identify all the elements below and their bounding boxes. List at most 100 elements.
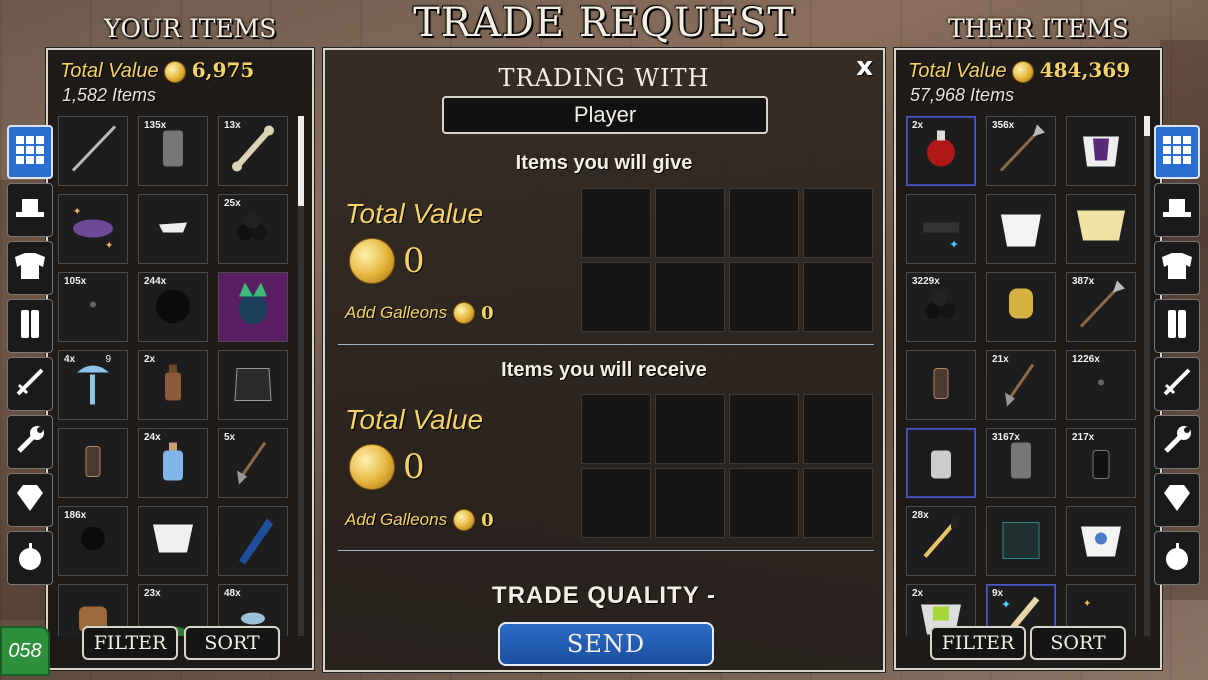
trade-slot[interactable] <box>581 468 651 538</box>
tab-apple[interactable] <box>7 531 53 585</box>
tab-gem[interactable] <box>1154 473 1200 527</box>
sort-button[interactable]: SORT <box>1030 626 1126 660</box>
item-slot[interactable] <box>138 194 208 264</box>
item-slot[interactable] <box>218 272 288 342</box>
white-sash-icon <box>145 511 201 572</box>
item-slot[interactable] <box>986 194 1056 264</box>
tab-wrench[interactable] <box>1154 415 1200 469</box>
item-quantity: 13x <box>224 120 241 131</box>
gem-icon <box>1160 481 1194 520</box>
tab-hat[interactable] <box>7 183 53 237</box>
item-slot[interactable]: 244x <box>138 272 208 342</box>
item-slot[interactable]: 2x <box>138 350 208 420</box>
item-slot[interactable]: ✦ <box>906 194 976 264</box>
item-slot[interactable]: 356x <box>986 116 1056 186</box>
send-button[interactable]: SEND <box>498 622 714 666</box>
tab-pants[interactable] <box>1154 299 1200 353</box>
trade-quality: TRADE QUALITY - <box>492 582 716 609</box>
divider <box>338 344 874 345</box>
tab-grid[interactable] <box>7 125 53 179</box>
give-section-title: Items you will give <box>515 152 693 174</box>
scroll-thumb[interactable] <box>1144 116 1150 136</box>
cannon-sparkle-icon: ✦ <box>913 199 969 260</box>
item-slot[interactable]: 217x <box>1066 428 1136 498</box>
add-galleons-label: Add Galleons <box>345 510 448 529</box>
tab-sword[interactable] <box>7 357 53 411</box>
item-slot[interactable]: 5x <box>218 428 288 498</box>
tab-grid[interactable] <box>1154 125 1200 179</box>
scroll-thumb[interactable] <box>298 116 304 206</box>
filter-button[interactable]: FILTER <box>82 626 178 660</box>
tab-shirt[interactable] <box>1154 241 1200 295</box>
item-slot[interactable]: 105x <box>58 272 128 342</box>
level-badge: 058 <box>0 626 50 676</box>
trade-slot[interactable] <box>655 394 725 464</box>
galleon-coin-icon <box>453 509 476 531</box>
sort-button[interactable]: SORT <box>184 626 280 660</box>
item-slot[interactable]: 25x <box>218 194 288 264</box>
trade-slot[interactable] <box>803 188 873 258</box>
trade-slot[interactable] <box>655 468 725 538</box>
item-slot[interactable] <box>906 350 976 420</box>
item-slot[interactable]: 24x <box>138 428 208 498</box>
white-scarf-icon <box>145 199 201 260</box>
item-slot[interactable]: ✦ ✦ <box>58 194 128 264</box>
trade-slot[interactable] <box>803 262 873 332</box>
their-items-title: THEIR ITEMS <box>948 14 1129 43</box>
scrollbar[interactable] <box>1144 116 1150 636</box>
item-slot[interactable]: 3229x <box>906 272 976 342</box>
tab-hat[interactable] <box>1154 183 1200 237</box>
add-galleons-receive[interactable]: Add Galleons 0 <box>345 509 494 531</box>
item-slot[interactable] <box>218 506 288 576</box>
item-slot[interactable] <box>986 272 1056 342</box>
tab-gem[interactable] <box>7 473 53 527</box>
tab-apple[interactable] <box>1154 531 1200 585</box>
item-slot[interactable]: 387x <box>1066 272 1136 342</box>
item-quantity: 3167x <box>992 432 1020 443</box>
item-slot[interactable] <box>58 428 128 498</box>
item-slot[interactable] <box>986 506 1056 576</box>
scrollbar[interactable] <box>298 116 304 636</box>
add-galleons-give[interactable]: Add Galleons 0 <box>345 302 494 324</box>
item-slot[interactable]: 186x <box>58 506 128 576</box>
trade-slot[interactable] <box>803 394 873 464</box>
item-slot[interactable] <box>218 350 288 420</box>
total-value-amount: 6,975 <box>191 58 255 82</box>
tab-wrench[interactable] <box>7 415 53 469</box>
tab-pants[interactable] <box>7 299 53 353</box>
item-slot[interactable]: 21x <box>986 350 1056 420</box>
item-slot[interactable] <box>1066 116 1136 186</box>
item-slot[interactable]: 1226x <box>1066 350 1136 420</box>
trade-slot[interactable] <box>803 468 873 538</box>
trade-slot[interactable] <box>655 262 725 332</box>
tab-sword[interactable] <box>1154 357 1200 411</box>
item-quantity: 2x <box>144 354 156 365</box>
item-quantity: 9x <box>992 588 1004 599</box>
item-slot[interactable] <box>906 428 976 498</box>
player-name: Player <box>442 96 768 134</box>
item-slot[interactable] <box>1066 506 1136 576</box>
galleon-coin-icon <box>1012 60 1035 83</box>
trade-slot[interactable] <box>655 188 725 258</box>
hat-icon <box>1160 191 1194 230</box>
filter-button[interactable]: FILTER <box>930 626 1026 660</box>
item-slot[interactable]: 13x <box>218 116 288 186</box>
item-slot[interactable] <box>138 506 208 576</box>
trade-slot[interactable] <box>581 262 651 332</box>
item-slot[interactable] <box>58 116 128 186</box>
item-slot[interactable]: 4x 9 <box>58 350 128 420</box>
tab-shirt[interactable] <box>7 241 53 295</box>
item-slot[interactable]: 3167x <box>986 428 1056 498</box>
item-slot[interactable]: 135x <box>138 116 208 186</box>
trade-slot[interactable] <box>581 188 651 258</box>
receive-total-value-label: Total Value <box>345 404 484 435</box>
item-slot[interactable]: 28x <box>906 506 976 576</box>
trade-slot[interactable] <box>729 262 799 332</box>
pants-icon <box>1160 307 1194 346</box>
trade-slot[interactable] <box>729 188 799 258</box>
trade-slot[interactable] <box>729 394 799 464</box>
item-slot[interactable]: 2x <box>906 116 976 186</box>
item-slot[interactable] <box>1066 194 1136 264</box>
trade-slot[interactable] <box>581 394 651 464</box>
trade-slot[interactable] <box>729 468 799 538</box>
